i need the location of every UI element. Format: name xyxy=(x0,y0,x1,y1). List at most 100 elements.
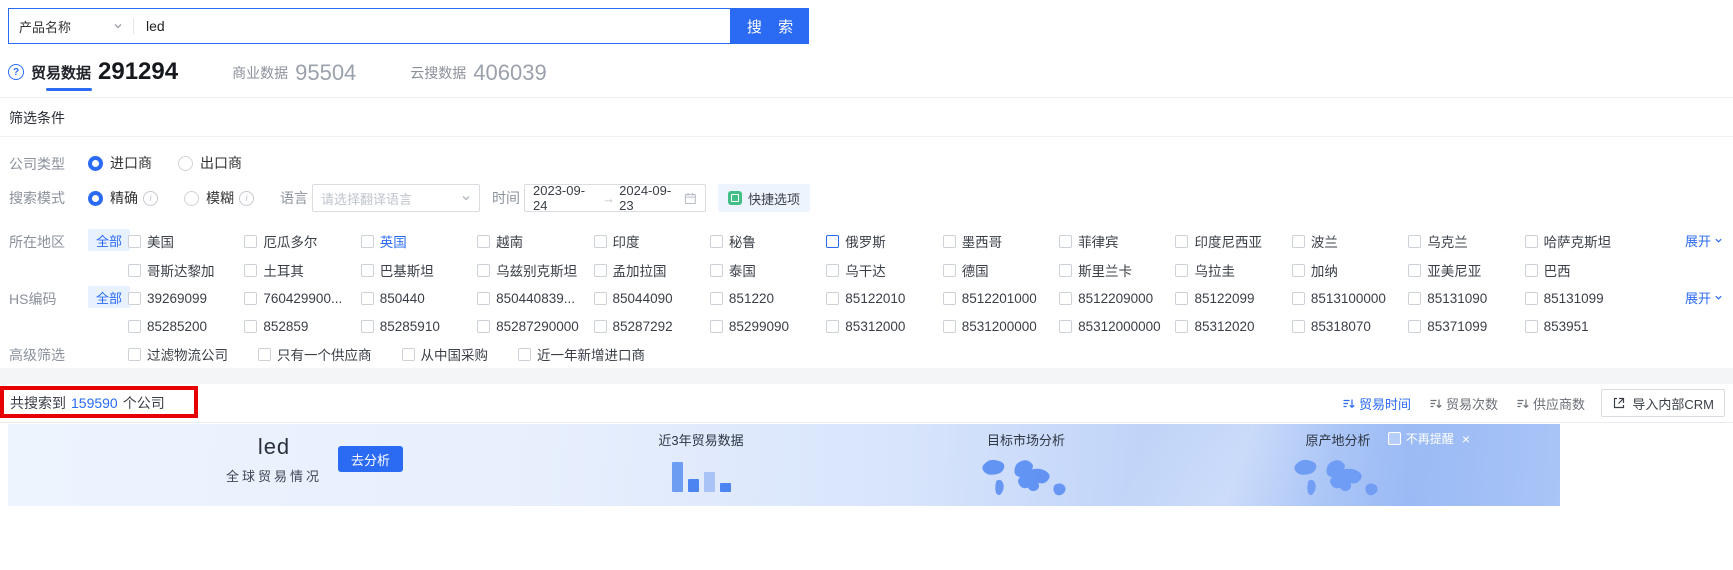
hs-checkbox-item[interactable]: 852859 xyxy=(244,319,360,334)
region-checkbox-item[interactable]: 乌克兰 xyxy=(1408,231,1524,251)
hs-checkbox-item[interactable]: 85131099 xyxy=(1524,291,1641,306)
hs-checkbox-item[interactable]: 39269099 xyxy=(128,291,244,306)
hs-checkbox-item[interactable]: 853951 xyxy=(1524,319,1641,334)
region-checkbox-item[interactable]: 秘鲁 xyxy=(709,231,826,251)
company-type-radio[interactable]: 进口商 xyxy=(88,153,152,173)
region-checkbox-item[interactable]: 乌兹别克斯坦 xyxy=(477,260,593,280)
import-crm-label: 导入内部CRM xyxy=(1632,396,1714,412)
advanced-checkbox-item[interactable]: 近一年新增进口商 xyxy=(518,344,645,364)
checkbox-icon xyxy=(1059,234,1073,248)
checkbox-icon xyxy=(942,263,956,277)
search-input[interactable] xyxy=(134,18,730,34)
search-mode-radio[interactable]: 精确 i xyxy=(88,188,158,208)
region-checkbox-item[interactable]: 斯里兰卡 xyxy=(1059,260,1175,280)
hs-checkbox-item[interactable]: 85312020 xyxy=(1175,319,1291,334)
results-count[interactable]: 159590 xyxy=(71,395,118,411)
region-checkbox-item[interactable]: 土耳其 xyxy=(244,260,360,280)
info-icon[interactable]: i xyxy=(239,190,254,206)
hs-checkbox-item[interactable]: 85312000 xyxy=(826,319,942,334)
checkbox-label: 39269099 xyxy=(147,290,208,306)
checkbox-label: 英国 xyxy=(379,235,407,250)
sort-button[interactable]: 供应商数 xyxy=(1516,394,1585,413)
checkbox-label: 印度 xyxy=(612,235,640,250)
search-mode-radio[interactable]: 模糊 i xyxy=(184,188,254,208)
region-checkbox-item[interactable]: 孟加拉国 xyxy=(593,260,710,280)
region-checkbox-item[interactable]: 印度尼西亚 xyxy=(1175,231,1291,251)
checkbox-icon xyxy=(1175,234,1189,248)
hs-checkbox-item[interactable]: 760429900... xyxy=(244,291,360,306)
advanced-checkbox-item[interactable]: 过滤物流公司 xyxy=(128,344,228,364)
hs-checkbox-item[interactable]: 850440 xyxy=(360,290,477,306)
region-checkbox-item[interactable]: 加纳 xyxy=(1291,260,1408,280)
sort-label: 贸易时间 xyxy=(1358,396,1411,412)
chevron-down-icon xyxy=(1715,295,1722,300)
region-checkbox-item[interactable]: 印度 xyxy=(593,231,710,251)
quick-option-button[interactable]: 快捷选项 xyxy=(718,184,811,212)
info-icon[interactable]: i xyxy=(143,190,158,206)
region-checkbox-item[interactable]: 乌干达 xyxy=(826,260,942,280)
region-checkbox-item[interactable]: 波兰 xyxy=(1291,231,1408,251)
company-type-radio[interactable]: 出口商 xyxy=(178,153,242,173)
checkbox-label: 乌拉圭 xyxy=(1194,264,1235,279)
region-all-chip[interactable]: 全部 xyxy=(88,229,131,251)
date-range-picker[interactable]: 2023-09-24 → 2024-09-23 xyxy=(524,183,706,213)
advanced-checkbox-item[interactable]: 只有一个供应商 xyxy=(258,344,372,364)
region-checkbox-item[interactable]: 巴基斯坦 xyxy=(360,260,477,280)
hs-checkbox-item[interactable]: 8512209000 xyxy=(1059,291,1175,306)
region-checkbox-item[interactable]: 乌拉圭 xyxy=(1175,260,1291,280)
dismiss-banner-control[interactable]: 不再提醒 × xyxy=(1387,430,1470,447)
region-expand-link[interactable]: 展开 xyxy=(1685,231,1723,250)
hs-expand-link[interactable]: 展开 xyxy=(1685,288,1723,307)
question-icon[interactable]: ? xyxy=(8,64,24,80)
region-checkbox-item[interactable]: 俄罗斯 xyxy=(826,231,942,251)
hs-all-chip[interactable]: 全部 xyxy=(88,286,131,308)
checkbox-label: 850440 xyxy=(379,290,425,306)
hs-checkbox-item[interactable]: 850440839... xyxy=(477,291,593,306)
sort-button[interactable]: 贸易次数 xyxy=(1429,394,1498,413)
hs-checkbox-item[interactable]: 85312000000 xyxy=(1059,319,1175,334)
hs-checkbox-item[interactable]: 85285910 xyxy=(360,319,477,334)
region-checkbox-item[interactable]: 越南 xyxy=(477,231,593,251)
hs-checkbox-item[interactable]: 8512201000 xyxy=(942,291,1059,306)
hs-checkbox-item[interactable]: 8531200000 xyxy=(942,319,1059,334)
hs-checkbox-item[interactable]: 85287292 xyxy=(593,319,710,334)
region-checkbox-item[interactable]: 厄瓜多尔 xyxy=(244,231,360,251)
tab-trade-data[interactable]: ? 贸易数据 291294 xyxy=(8,58,178,86)
hs-checkbox-item[interactable]: 85044090 xyxy=(593,291,710,306)
checkbox-icon xyxy=(709,263,723,277)
analyze-button[interactable]: 去分析 xyxy=(338,446,404,472)
hs-checkbox-item[interactable]: 85299090 xyxy=(709,319,826,334)
region-checkbox-item[interactable]: 菲律宾 xyxy=(1059,231,1175,251)
dismiss-checkbox-icon[interactable] xyxy=(1387,432,1401,445)
sort-button[interactable]: 贸易时间 xyxy=(1342,394,1411,413)
region-checkbox-item[interactable]: 巴西 xyxy=(1524,260,1641,280)
import-crm-button[interactable]: 导入内部CRM xyxy=(1601,389,1725,417)
hs-checkbox-item[interactable]: 8513100000 xyxy=(1291,291,1408,306)
hs-checkbox-item[interactable]: 85287290000 xyxy=(477,319,593,334)
checkbox-icon xyxy=(477,263,491,277)
hs-checkbox-item[interactable]: 85131090 xyxy=(1408,291,1524,306)
hs-checkbox-item[interactable]: 85122010 xyxy=(826,291,942,306)
region-checkbox-item[interactable]: 哈萨克斯坦 xyxy=(1524,231,1641,251)
region-checkbox-item[interactable]: 德国 xyxy=(942,260,1059,280)
advanced-checkbox-item[interactable]: 从中国采购 xyxy=(401,344,488,364)
tab-cloud-data[interactable]: 云搜数据 406039 xyxy=(410,60,546,86)
hs-checkbox-item[interactable]: 85371099 xyxy=(1408,319,1524,334)
range-arrow-icon: → xyxy=(602,190,616,206)
region-checkbox-item[interactable]: 亚美尼亚 xyxy=(1408,260,1524,280)
language-select[interactable]: 请选择翻译语言 xyxy=(312,184,480,212)
search-button[interactable]: 搜 索 xyxy=(731,8,809,44)
hs-checkbox-item[interactable]: 851220 xyxy=(709,291,826,306)
hs-checkbox-item[interactable]: 85318070 xyxy=(1291,319,1408,334)
search-category-select[interactable]: 产品名称 xyxy=(9,17,133,36)
tab-business-data[interactable]: 商业数据 95504 xyxy=(232,60,356,86)
hs-checkbox-item[interactable]: 85122099 xyxy=(1175,291,1291,306)
hs-checkbox-item[interactable]: 85285200 xyxy=(128,319,244,334)
region-checkbox-item[interactable]: 泰国 xyxy=(709,260,826,280)
region-checkbox-item[interactable]: 英国 xyxy=(360,231,477,251)
checkbox-label: 泰国 xyxy=(728,264,756,279)
close-icon[interactable]: × xyxy=(1462,431,1470,447)
region-checkbox-item[interactable]: 美国 xyxy=(128,231,244,251)
region-checkbox-item[interactable]: 墨西哥 xyxy=(942,231,1059,251)
region-checkbox-item[interactable]: 哥斯达黎加 xyxy=(128,260,244,280)
